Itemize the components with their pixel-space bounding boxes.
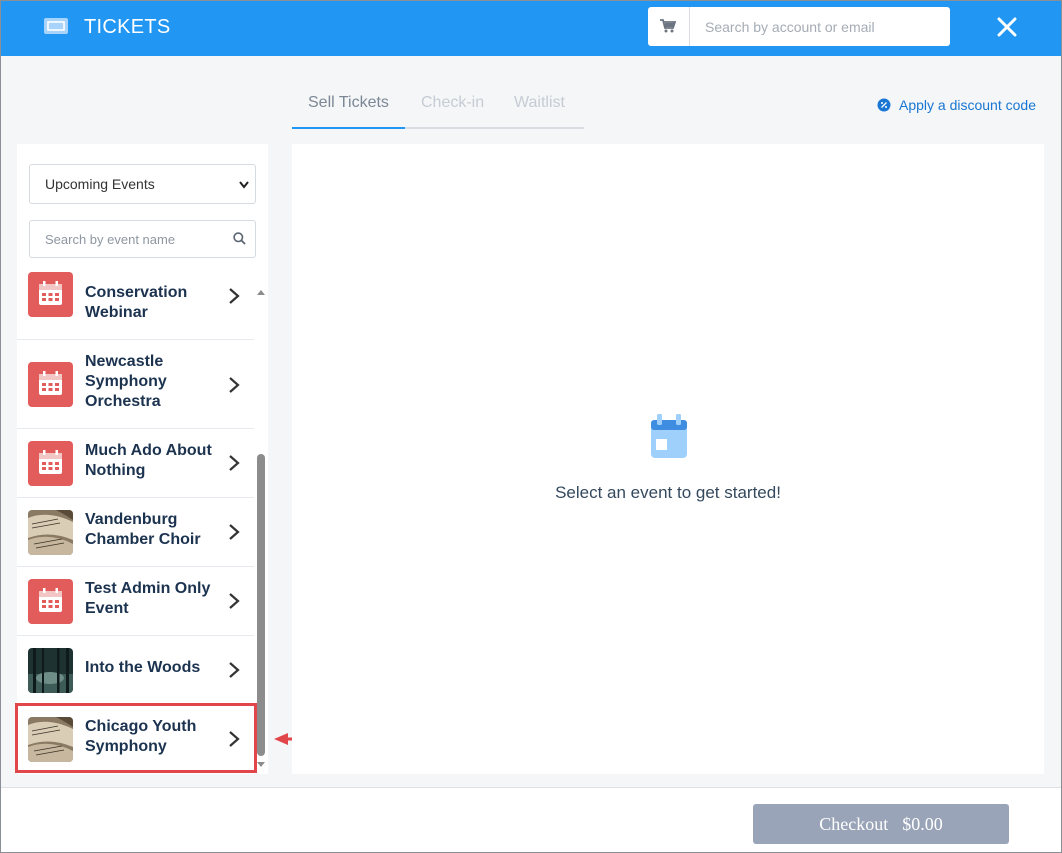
cart-icon: [660, 19, 676, 33]
tab-check-in[interactable]: Check-in: [421, 94, 484, 112]
scrollbar-thumb[interactable]: [257, 454, 265, 756]
event-name: Chicago Youth Symphony: [85, 718, 197, 755]
scroll-down-arrow[interactable]: [257, 762, 265, 767]
tickets-window: TICKETS Sell Tickets Check-in Waitlist A: [0, 0, 1062, 853]
checkout-amount: $0.00: [902, 813, 943, 834]
event-item-much-ado[interactable]: Much Ado About Nothing: [17, 429, 254, 498]
discount-label: Apply a discount code: [899, 97, 1036, 113]
chevron-right-icon: [229, 288, 240, 304]
event-item-newcastle-symphony[interactable]: Newcastle Symphony Orchestra: [17, 340, 254, 429]
event-item-test-admin[interactable]: Test Admin Only Event: [17, 567, 254, 636]
chevron-right-icon: [229, 731, 240, 747]
active-tab-indicator: [292, 127, 405, 129]
event-search-input[interactable]: [29, 220, 256, 258]
forest-photo: [28, 648, 73, 693]
scroll-up-arrow[interactable]: [257, 290, 265, 295]
event-sidebar: Upcoming Events Search by event name Con…: [17, 144, 268, 774]
checkout-button[interactable]: Checkout $0.00: [753, 804, 1009, 844]
event-name: Newcastle Symphony Orchestra: [85, 353, 167, 410]
calendar-icon: [28, 272, 73, 317]
header-bar: TICKETS: [1, 1, 1061, 56]
event-name: Vandenburg Chamber Choir: [85, 511, 201, 548]
event-item-vandenburg-choir[interactable]: Vandenburg Chamber Choir: [17, 498, 254, 567]
apply-discount-link[interactable]: Apply a discount code: [877, 96, 1036, 114]
event-name: Test Admin Only Event: [85, 580, 211, 617]
footer-bar: Checkout $0.00: [1, 787, 1061, 852]
account-search-input[interactable]: [690, 7, 950, 46]
sheet-music-photo: [28, 510, 73, 555]
close-icon[interactable]: [995, 15, 1019, 39]
chevron-right-icon: [229, 524, 240, 540]
event-name: Conservation Webinar: [85, 284, 188, 321]
main-content-panel: Select an event to get started!: [292, 144, 1044, 774]
ticket-icon: [44, 18, 68, 34]
event-name: Into the Woods: [85, 659, 201, 676]
chevron-right-icon: [229, 593, 240, 609]
tab-sell-tickets[interactable]: Sell Tickets: [308, 94, 389, 112]
tab-waitlist[interactable]: Waitlist: [514, 94, 565, 112]
event-name: Much Ado About Nothing: [85, 442, 212, 479]
event-item-conservation-webinar[interactable]: Conservation Webinar: [17, 271, 254, 340]
chevron-right-icon: [229, 662, 240, 678]
search-icon: [233, 232, 246, 245]
discount-badge-icon: [877, 98, 891, 112]
calendar-icon: [28, 362, 73, 407]
chevron-right-icon: [229, 455, 240, 471]
chevron-right-icon: [229, 377, 240, 393]
header-title: TICKETS: [84, 16, 171, 38]
event-filter-select[interactable]: Upcoming Events: [29, 164, 256, 204]
tab-bar: Sell Tickets Check-in Waitlist: [292, 89, 584, 129]
calendar-icon: [28, 579, 73, 624]
event-list: Conservation Webinar Newcastle Symphony …: [17, 271, 254, 774]
sheet-music-photo: [28, 717, 73, 762]
cart-button[interactable]: [648, 7, 690, 46]
calendar-icon: [651, 414, 687, 458]
event-item-into-the-woods[interactable]: Into the Woods: [17, 636, 254, 705]
calendar-icon: [28, 441, 73, 486]
checkout-label: Checkout: [819, 813, 889, 834]
event-item-chicago-youth-symphony[interactable]: Chicago Youth Symphony: [17, 705, 254, 774]
empty-state-message: Select an event to get started!: [555, 483, 781, 502]
